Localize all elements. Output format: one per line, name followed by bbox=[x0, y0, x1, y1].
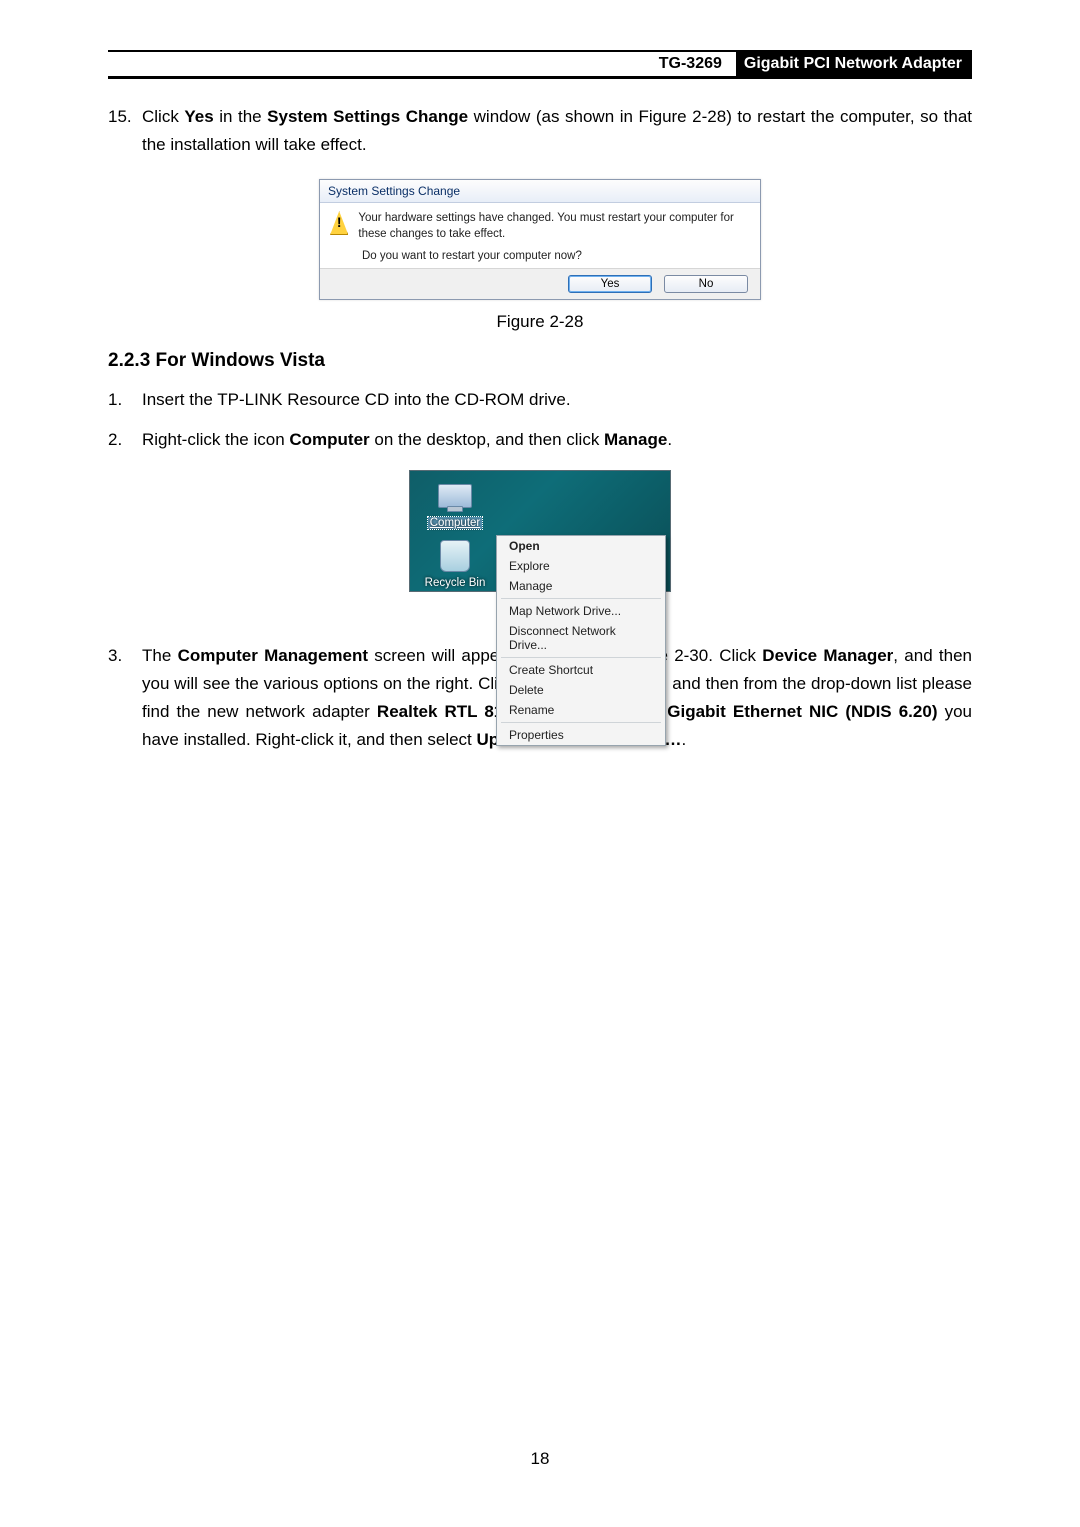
ctx-separator bbox=[501, 722, 661, 723]
text: Right-click the icon bbox=[142, 430, 289, 449]
yes-button[interactable]: Yes bbox=[568, 275, 652, 293]
text: Click bbox=[142, 107, 184, 126]
header-spacer bbox=[108, 52, 645, 76]
ctx-separator bbox=[501, 657, 661, 658]
page-number: 18 bbox=[0, 1449, 1080, 1469]
ctx-map-drive[interactable]: Map Network Drive... bbox=[497, 601, 665, 621]
list-number: 1. bbox=[108, 386, 142, 414]
bold: Computer bbox=[289, 430, 369, 449]
ctx-create-shortcut[interactable]: Create Shortcut bbox=[497, 660, 665, 680]
list-number: 15. bbox=[108, 103, 142, 159]
warning-icon bbox=[330, 211, 348, 235]
document-page: TG-3269 Gigabit PCI Network Adapter 15. … bbox=[0, 0, 1080, 1527]
list-number: 3. bbox=[108, 642, 142, 754]
monitor-icon bbox=[438, 484, 472, 508]
ctx-open[interactable]: Open bbox=[497, 536, 665, 556]
desktop-context-menu-figure: Computer Recycle Bin Open Explore Manage… bbox=[409, 470, 671, 592]
context-menu: Open Explore Manage Map Network Drive...… bbox=[496, 535, 666, 746]
step-15-text: Click Yes in the System Settings Change … bbox=[142, 103, 972, 159]
bold: Device Manager bbox=[762, 646, 893, 665]
text: . bbox=[682, 730, 687, 749]
bold: Computer Management bbox=[178, 646, 368, 665]
recycle-bin-icon[interactable]: Recycle Bin bbox=[422, 541, 488, 591]
text: The bbox=[142, 646, 178, 665]
step-1-text: Insert the TP-LINK Resource CD into the … bbox=[142, 386, 972, 414]
text: on the desktop, and then click bbox=[370, 430, 604, 449]
step-2: 2. Right-click the icon Computer on the … bbox=[108, 426, 972, 454]
computer-label: Computer bbox=[428, 517, 483, 529]
figure-2-28-caption: Figure 2-28 bbox=[108, 312, 972, 332]
step-2-text: Right-click the icon Computer on the des… bbox=[142, 426, 972, 454]
computer-icon[interactable]: Computer bbox=[422, 481, 488, 531]
bold: Manage bbox=[604, 430, 667, 449]
ctx-disconnect-drive[interactable]: Disconnect Network Drive... bbox=[497, 621, 665, 655]
section-2-2-3-heading: 2.2.3 For Windows Vista bbox=[108, 350, 972, 372]
ctx-separator bbox=[501, 598, 661, 599]
page-header: TG-3269 Gigabit PCI Network Adapter bbox=[108, 50, 972, 79]
dialog-actions: Yes No bbox=[320, 268, 760, 299]
list-number: 2. bbox=[108, 426, 142, 454]
header-title: Gigabit PCI Network Adapter bbox=[736, 52, 972, 76]
dialog-title: System Settings Change bbox=[320, 180, 760, 203]
ctx-delete[interactable]: Delete bbox=[497, 680, 665, 700]
step-1: 1. Insert the TP-LINK Resource CD into t… bbox=[108, 386, 972, 414]
bold: Yes bbox=[184, 107, 213, 126]
ctx-manage[interactable]: Manage bbox=[497, 576, 665, 596]
bin-icon bbox=[440, 540, 470, 572]
system-settings-change-dialog: System Settings Change Your hardware set… bbox=[319, 179, 761, 300]
text: in the bbox=[214, 107, 267, 126]
text: . bbox=[667, 430, 672, 449]
ctx-rename[interactable]: Rename bbox=[497, 700, 665, 720]
recycle-bin-label: Recycle Bin bbox=[425, 577, 486, 589]
dialog-message: Your hardware settings have changed. You… bbox=[358, 211, 750, 242]
step-15: 15. Click Yes in the System Settings Cha… bbox=[108, 103, 972, 159]
bold: System Settings Change bbox=[267, 107, 468, 126]
ctx-explore[interactable]: Explore bbox=[497, 556, 665, 576]
no-button[interactable]: No bbox=[664, 275, 748, 293]
dialog-question: Do you want to restart your computer now… bbox=[320, 250, 760, 268]
ctx-properties[interactable]: Properties bbox=[497, 725, 665, 745]
header-model: TG-3269 bbox=[645, 52, 736, 76]
dialog-body: Your hardware settings have changed. You… bbox=[320, 203, 760, 250]
